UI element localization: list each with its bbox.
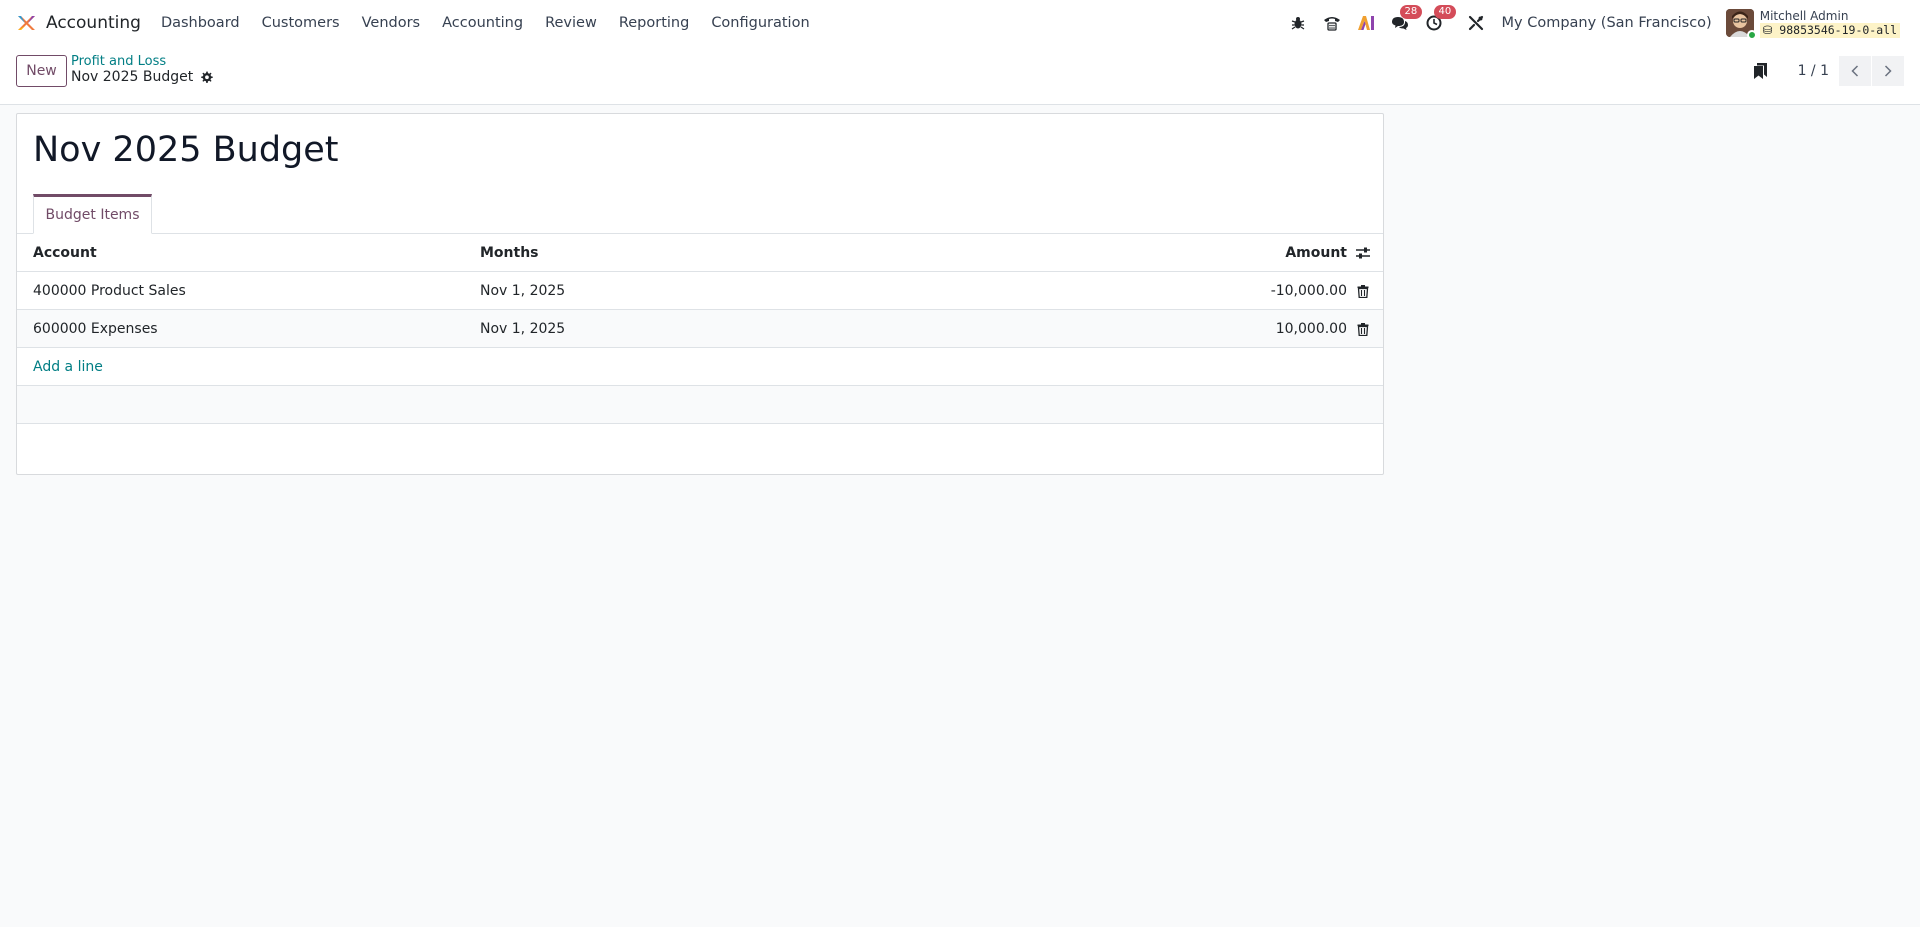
menu-customers[interactable]: Customers [262,15,340,31]
activities-badge: 40 [1433,5,1457,19]
list-header: Account Months Amount [17,234,1383,272]
pager-previous-button[interactable] [1839,56,1871,86]
activities-clock-icon[interactable]: 40 [1424,5,1457,33]
new-button[interactable]: New [16,55,67,87]
cell-account[interactable]: 600000 Expenses [33,310,158,348]
app-name[interactable]: Accounting [46,13,141,33]
cell-amount[interactable]: -10,000.00 [1271,272,1347,310]
record-title[interactable]: Nov 2025 Budget [33,130,339,170]
messages-icon[interactable]: 28 [1390,5,1423,33]
debug-bug-icon[interactable] [1288,13,1308,33]
phone-icon[interactable] [1322,13,1342,33]
delete-row-button[interactable] [1353,272,1373,310]
cell-account[interactable]: 400000 Product Sales [33,272,186,310]
menu-review[interactable]: Review [545,15,597,31]
accounting-app-icon[interactable] [16,13,36,33]
optional-columns-toggle[interactable] [1353,234,1373,272]
menu-reporting[interactable]: Reporting [619,15,690,31]
company-switcher[interactable]: My Company (San Francisco) [1502,15,1712,31]
user-name: Mitchell Admin [1759,8,1849,23]
column-header-months[interactable]: Months [480,234,539,272]
add-line-link[interactable]: Add a line [33,348,103,386]
tab-budget-items[interactable]: Budget Items [33,194,152,234]
delete-row-button[interactable] [1353,310,1373,348]
trash-icon [1357,284,1369,298]
cell-months[interactable]: Nov 1, 2025 [480,272,565,310]
top-navbar: Accounting Dashboard Customers Vendors A… [0,0,1920,46]
database-label: 98853546-19-0-all [1779,22,1897,37]
online-status-dot [1746,30,1757,40]
column-header-amount[interactable]: Amount [1285,234,1347,272]
menu-configuration[interactable]: Configuration [711,15,809,31]
table-row[interactable]: 600000 Expenses Nov 1, 2025 10,000.00 [17,310,1383,348]
add-line-row: Add a line [17,348,1383,386]
pager-area: 1 / 1 [1752,56,1904,86]
chevron-right-icon [1884,65,1892,77]
menu-accounting[interactable]: Accounting [442,15,523,31]
user-menu[interactable]: Mitchell Admin ⛁ 98853546-19-0-all [1759,8,1900,38]
trash-icon [1357,322,1369,336]
bookmarks-icon[interactable] [1752,62,1768,80]
menu-vendors[interactable]: Vendors [362,15,421,31]
budget-items-list: Account Months Amount 400000 Product Sal… [17,234,1383,424]
cell-amount[interactable]: 10,000.00 [1276,310,1347,348]
breadcrumb-current-label: Nov 2025 Budget [71,69,194,85]
database-name: ⛁ 98853546-19-0-all [1759,22,1900,38]
pager-value[interactable]: 1 / 1 [1798,63,1829,79]
pager-next-button[interactable] [1872,56,1904,86]
empty-row [17,386,1383,424]
control-panel: New Profit and Loss Nov 2025 Budget 1 / … [0,46,1920,105]
form-sheet: Nov 2025 Budget Budget Items Account Mon… [16,113,1384,475]
systray: 28 40 My Company (San Francisco) Mitchel… [1274,0,1920,46]
column-header-account[interactable]: Account [33,234,97,272]
user-avatar[interactable] [1725,9,1757,40]
tools-icon[interactable] [1466,13,1486,33]
notebook-tabs: Budget Items [17,194,1383,234]
gear-icon[interactable] [200,70,213,84]
database-icon: ⛁ [1762,22,1773,37]
messages-badge: 28 [1399,5,1423,19]
breadcrumb-current: Nov 2025 Budget [71,69,213,85]
sliders-icon [1356,247,1370,259]
breadcrumb-parent[interactable]: Profit and Loss [71,54,166,69]
table-row[interactable]: 400000 Product Sales Nov 1, 2025 -10,000… [17,272,1383,310]
cell-months[interactable]: Nov 1, 2025 [480,310,565,348]
menu-dashboard[interactable]: Dashboard [161,15,240,31]
chevron-left-icon [1851,65,1859,77]
ai-icon[interactable] [1356,13,1376,33]
